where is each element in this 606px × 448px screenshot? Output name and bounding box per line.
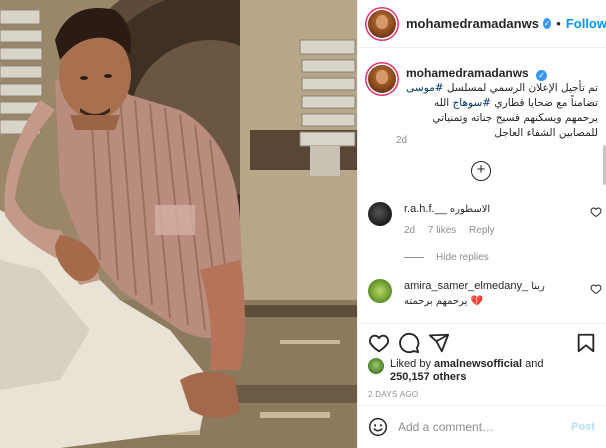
post-caption: mohamedramadanws ✓ تم تأجيل الإعلان الرس… — [368, 65, 598, 141]
commenter-username[interactable]: amira_samer_elmedany_ — [404, 280, 528, 292]
liker-username[interactable]: amalnewsofficial — [434, 358, 522, 370]
author-avatar[interactable] — [368, 9, 396, 38]
comments-scroll-area[interactable]: mohamedramadanws ✓ تم تأجيل الإعلان الرس… — [358, 49, 606, 323]
hide-replies-button[interactable]: Hide replies — [404, 252, 489, 263]
liked-by-and: and — [522, 358, 544, 370]
hashtag-link[interactable]: #موسى — [406, 82, 443, 94]
liked-by-prefix: Liked by — [390, 358, 435, 370]
add-comment-bar: Post — [358, 405, 606, 448]
emoji-icon[interactable] — [368, 417, 388, 437]
hide-replies-label: Hide replies — [436, 252, 489, 263]
caption-text: تم تأجيل الإعلان الرسمي لمسلسل #موسى تضا… — [406, 82, 598, 139]
comment-item: r.a.h.f.__ الاسطوره 2d 7 likes Reply — [368, 202, 602, 236]
caption-time: 2d — [396, 135, 408, 146]
comment-item: amira_samer_elmedany_ ربنا يرحمهم برحمته… — [368, 279, 602, 309]
share-paper-plane-icon[interactable] — [428, 332, 450, 354]
comment-time: 2d — [404, 225, 416, 236]
likes-count[interactable]: 250,157 others — [390, 371, 466, 383]
commenter-avatar[interactable] — [368, 279, 392, 303]
caption-username[interactable]: mohamedramadanws ✓ — [406, 65, 598, 81]
comment-bubble-icon[interactable] — [398, 332, 420, 354]
load-more-comments-plus-icon[interactable]: + — [471, 161, 491, 181]
photo-illustration — [0, 0, 357, 448]
separator-dot: • — [556, 16, 561, 31]
likes-summary: Liked by amalnewsofficial and 250,157 ot… — [368, 358, 598, 384]
caption-verified-icon: ✓ — [536, 70, 548, 81]
comment-text: الاسطوره — [449, 204, 491, 215]
author-username[interactable]: mohamedramadanws — [406, 16, 539, 31]
save-bookmark-icon[interactable] — [575, 332, 597, 354]
commenter-username[interactable]: r.a.h.f.__ — [404, 203, 447, 215]
verified-badge-icon: ✓ — [542, 18, 552, 29]
reply-button[interactable]: Reply — [469, 225, 495, 236]
post-actions: Liked by amalnewsofficial and 250,157 ot… — [358, 323, 606, 399]
comment-likes[interactable]: 7 likes — [428, 225, 456, 236]
post-timestamp[interactable]: 2 DAYS AGO — [368, 390, 418, 399]
liker-avatar[interactable] — [368, 358, 384, 374]
comment-like-heart-icon[interactable] — [590, 206, 602, 218]
commenter-avatar[interactable] — [368, 202, 392, 226]
post-header: mohamedramadanws ✓ • Follow — [358, 0, 606, 48]
post-photo[interactable] — [0, 0, 357, 448]
comment-input[interactable] — [398, 420, 563, 434]
caption-avatar[interactable] — [368, 65, 396, 93]
hashtag-link[interactable]: #سوهاج — [453, 97, 492, 109]
post-comment-button[interactable]: Post — [571, 421, 595, 433]
post-sidebar: mohamedramadanws ✓ • Follow mohamedramad… — [357, 0, 606, 448]
like-heart-icon[interactable] — [368, 332, 390, 354]
hide-replies-divider — [404, 257, 424, 258]
follow-button[interactable]: Follow — [566, 16, 606, 31]
comment-like-heart-icon[interactable] — [590, 283, 602, 295]
comment-meta: 2d 7 likes Reply — [404, 225, 598, 236]
